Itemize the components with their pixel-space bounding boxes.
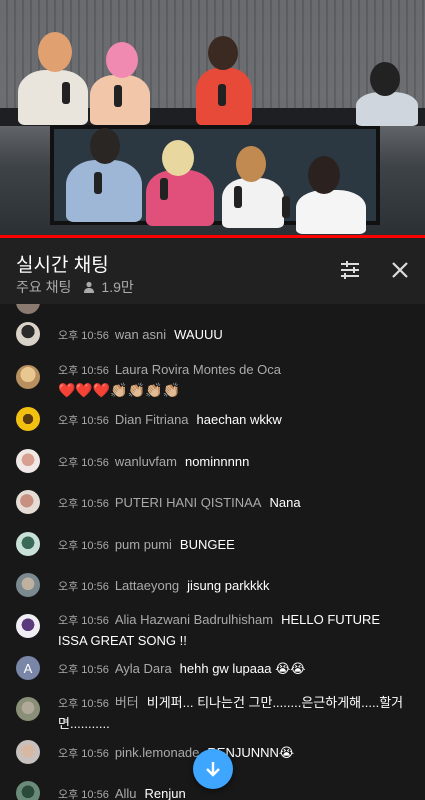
avatar[interactable] — [16, 449, 40, 473]
message-author[interactable]: Allu — [115, 786, 137, 800]
message-time: 오후 10:56 — [58, 330, 109, 342]
message-time: 오후 10:56 — [58, 540, 109, 552]
message-author[interactable]: pink.lemonade — [115, 745, 200, 760]
message-time: 오후 10:56 — [58, 698, 109, 710]
person-head — [370, 62, 400, 96]
microphone — [160, 178, 168, 200]
avatar[interactable] — [16, 304, 40, 314]
message-author[interactable]: Lattaeyong — [115, 578, 179, 593]
microphone — [234, 186, 242, 208]
microphone — [62, 82, 70, 104]
arrow-down-icon — [206, 762, 220, 777]
person-figure — [18, 70, 88, 125]
avatar[interactable] — [16, 740, 40, 764]
person-head — [90, 128, 120, 164]
message-author[interactable]: Dian Fitriana — [115, 412, 189, 427]
microphone — [282, 196, 290, 218]
person-head — [236, 146, 266, 182]
message-text: hehh gw lupaaa 😭😭 — [179, 661, 306, 676]
chat-subtitle: 주요 채팅 1.9만 — [16, 277, 134, 297]
person-figure — [222, 178, 284, 228]
message-time: 오후 10:56 — [58, 365, 109, 377]
message-text: jisung parkkkk — [187, 578, 270, 593]
viewer-icon — [84, 281, 95, 293]
video-player[interactable] — [0, 0, 425, 238]
avatar[interactable] — [16, 490, 40, 514]
message-time: 오후 10:56 — [58, 615, 109, 627]
message-text: haechan wkkw — [196, 412, 282, 427]
person-figure — [356, 92, 418, 126]
person-figure — [146, 170, 214, 226]
person-head — [162, 140, 194, 176]
viewer-count: 1.9만 — [101, 279, 134, 295]
avatar[interactable] — [16, 614, 40, 638]
person-head — [106, 42, 138, 78]
message-time: 오후 10:56 — [58, 498, 109, 510]
message-text: nominnnnn — [184, 454, 250, 469]
message-author[interactable]: Ayla Dara — [115, 661, 172, 676]
message-author[interactable]: PUTERI HANI QISTINAA — [115, 495, 262, 510]
avatar[interactable] — [16, 322, 40, 346]
close-icon[interactable] — [389, 259, 411, 281]
message-author[interactable]: wan asni — [115, 327, 166, 342]
tune-icon[interactable] — [338, 258, 362, 282]
avatar[interactable]: A — [16, 656, 40, 680]
avatar[interactable] — [16, 573, 40, 597]
message-author[interactable]: wanluvfam — [115, 454, 177, 469]
microphone — [114, 85, 122, 107]
message-author[interactable]: 버터 — [115, 695, 139, 710]
microphone — [94, 172, 102, 194]
chat-message-list[interactable]: 오후 10:56 wan asni WAUUU 오후 10:56 Laura Rovi… — [0, 304, 425, 800]
message-text: 비게퍼... 티나는건 그만........은근하게해.....할거면.....… — [58, 695, 404, 731]
message-text: Renjun — [144, 786, 186, 800]
message-author[interactable]: pum pumi — [115, 537, 172, 552]
message-time: 오후 10:56 — [58, 457, 109, 469]
person-head — [308, 156, 340, 194]
person-figure — [66, 160, 142, 222]
live-chat-header: 실시간 채팅 주요 채팅 1.9만 — [0, 238, 425, 304]
avatar[interactable] — [16, 532, 40, 556]
microphone — [218, 84, 226, 106]
message-time: 오후 10:56 — [58, 581, 109, 593]
avatar[interactable] — [16, 697, 40, 721]
message-time: 오후 10:56 — [58, 748, 109, 760]
chat-title: 실시간 채팅 — [16, 255, 109, 276]
avatar[interactable] — [16, 365, 40, 389]
person-head — [208, 36, 238, 70]
avatar[interactable] — [16, 781, 40, 800]
avatar[interactable] — [16, 407, 40, 431]
message-text: WAUUU — [174, 327, 223, 342]
message-author[interactable]: Laura Rovira Montes de Oca — [115, 362, 281, 377]
message-text: ❤️❤️❤️👏🏼👏🏼👏🏼👏🏼 — [58, 382, 181, 398]
message-time: 오후 10:56 — [58, 789, 109, 800]
chat-mode-dropdown[interactable]: 주요 채팅 — [16, 277, 71, 297]
person-head — [38, 32, 72, 72]
message-text: BUNGEE — [179, 537, 235, 552]
message-text: Nana — [269, 495, 301, 510]
person-figure — [296, 190, 366, 234]
message-time: 오후 10:56 — [58, 664, 109, 676]
message-time: 오후 10:56 — [58, 415, 109, 427]
scroll-to-bottom-button[interactable] — [193, 749, 233, 789]
message-author[interactable]: Alia Hazwani Badrulhisham — [115, 612, 273, 627]
